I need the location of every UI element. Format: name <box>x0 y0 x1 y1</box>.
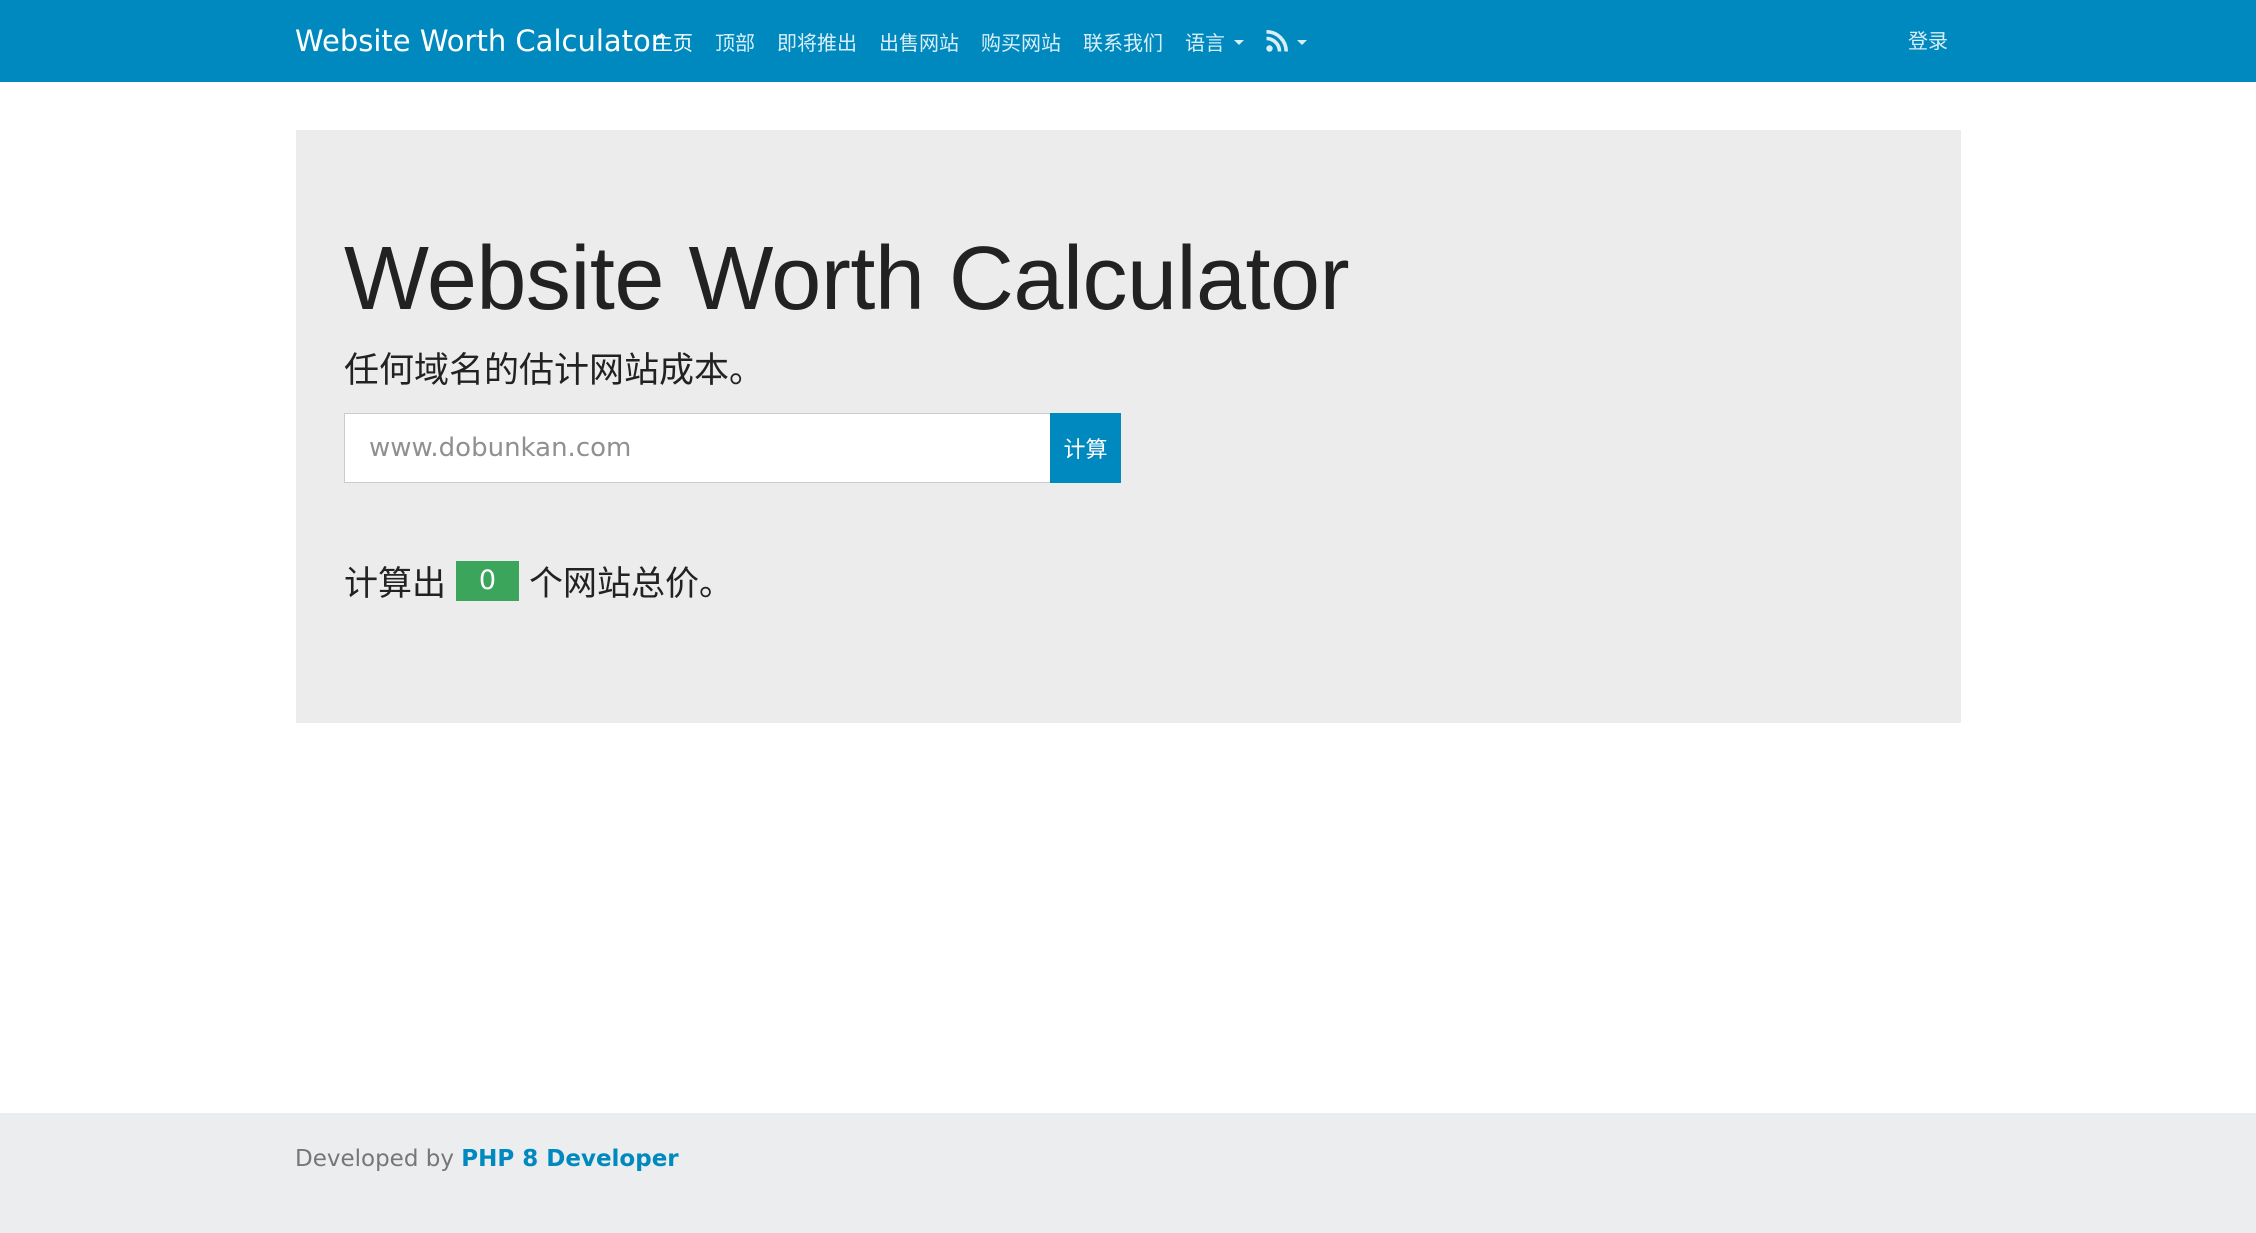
rss-icon <box>1266 30 1288 52</box>
page-subtitle: 任何域名的估计网站成本。 <box>344 351 765 391</box>
brand-link[interactable]: Website Worth Calculator <box>295 0 663 82</box>
stats-line: 计算出 0 个网站总价。 <box>344 556 733 605</box>
nav-item-coming-soon[interactable]: 即将推出 <box>766 0 868 82</box>
chevron-down-icon <box>1297 39 1307 45</box>
login-link[interactable]: 登录 <box>1908 0 1948 82</box>
domain-input[interactable] <box>344 413 1050 483</box>
nav-item-rss[interactable] <box>1255 0 1318 82</box>
count-badge: 0 <box>456 560 519 601</box>
nav-item-top[interactable]: 顶部 <box>704 0 766 82</box>
footer-credit: Developed by PHP 8 Developer <box>295 1146 679 1172</box>
nav-item-home[interactable]: 主页 <box>642 0 704 82</box>
stats-suffix: 个网站总价。 <box>529 564 733 604</box>
navbar: Website Worth Calculator 主页 顶部 即将推出 出售网站… <box>0 0 2256 82</box>
language-label: 语言 <box>1185 30 1225 55</box>
nav-item-contact[interactable]: 联系我们 <box>1072 0 1174 82</box>
chevron-down-icon <box>1234 39 1244 45</box>
hero-section: Website Worth Calculator 任何域名的估计网站成本。 计算… <box>296 130 1961 723</box>
nav-menu: 主页 顶部 即将推出 出售网站 购买网站 联系我们 语言 <box>642 0 1318 82</box>
nav-item-language[interactable]: 语言 <box>1174 0 1255 82</box>
developer-link[interactable]: PHP 8 Developer <box>461 1146 678 1172</box>
nav-item-buy-website[interactable]: 购买网站 <box>970 0 1072 82</box>
nav-item-sell-website[interactable]: 出售网站 <box>868 0 970 82</box>
footer: Developed by PHP 8 Developer <box>0 1113 2256 1233</box>
footer-prefix: Developed by <box>295 1146 462 1172</box>
page-title: Website Worth Calculator <box>344 229 1350 329</box>
stats-prefix: 计算出 <box>344 564 446 604</box>
calculate-button[interactable]: 计算 <box>1050 413 1121 483</box>
calculate-form: 计算 <box>344 413 1121 483</box>
